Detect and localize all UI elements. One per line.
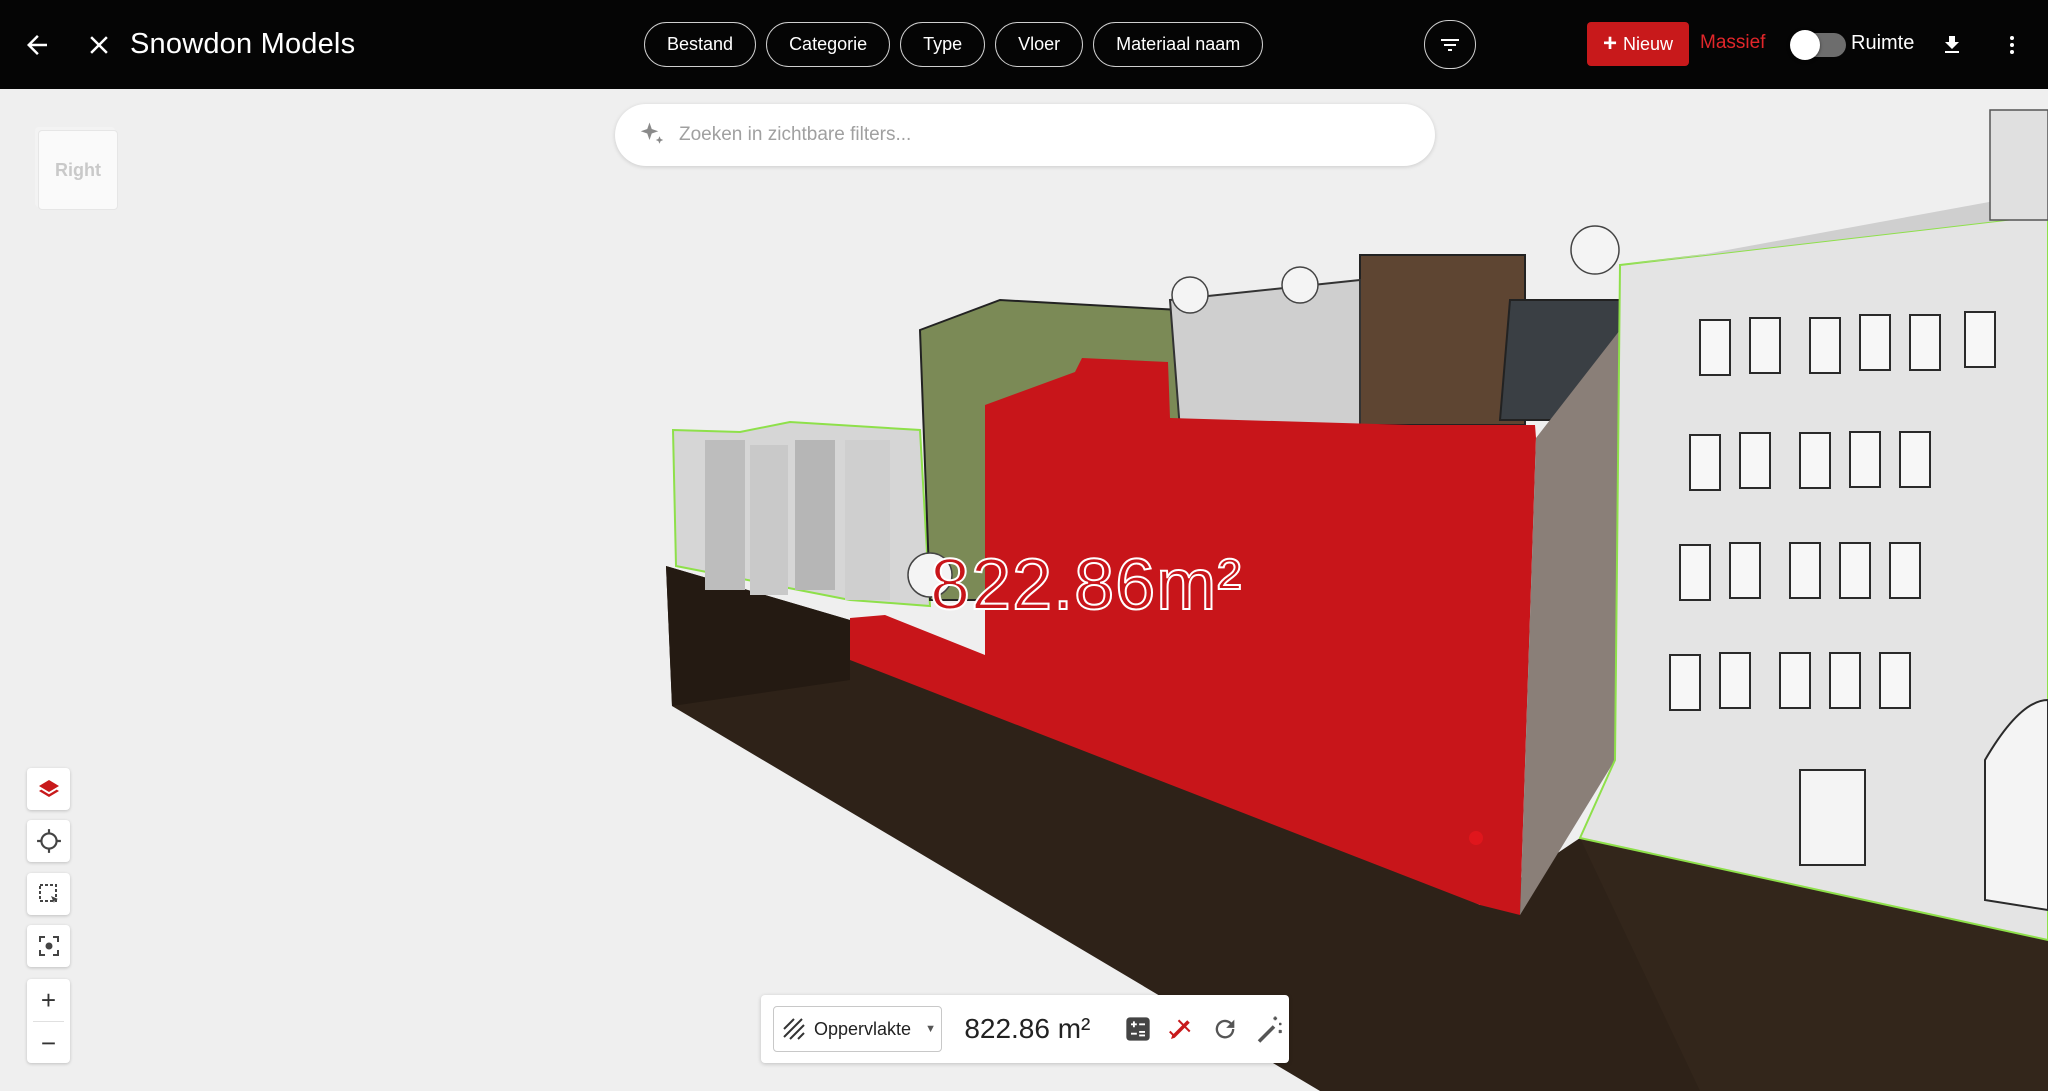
left-building-bay-2 (750, 445, 788, 595)
tree (1171, 276, 1209, 314)
app-root: Snowdon Models Bestand Categorie Type Vl… (0, 0, 2048, 1091)
filter-chip-categorie[interactable]: Categorie (766, 22, 891, 67)
filter-icon (1441, 38, 1459, 51)
filter-chip-vloer[interactable]: Vloer (995, 22, 1084, 67)
toggle-knob (1790, 30, 1820, 60)
measure-point[interactable] (1469, 831, 1483, 845)
filter-chip-bestand[interactable]: Bestand (644, 22, 757, 67)
filter-chip-type[interactable]: Type (900, 22, 986, 67)
focus-button[interactable] (27, 925, 70, 967)
right-building-tower (1989, 109, 2048, 221)
hatch-icon (783, 1018, 805, 1040)
left-building-bay-4 (845, 440, 890, 600)
sparkle-icon (640, 122, 664, 144)
top-bar: Snowdon Models Bestand Categorie Type Vl… (0, 0, 2048, 89)
box-select-icon (38, 884, 58, 903)
crosshair-icon (36, 829, 61, 853)
filter-button[interactable] (1424, 20, 1476, 69)
model-viewport[interactable]: 822.86m² (0, 89, 2048, 1091)
tree (1570, 225, 1620, 275)
filter-chip-materiaal-naam[interactable]: Materiaal naam (1093, 22, 1264, 67)
view-cube[interactable]: Right (30, 122, 120, 210)
measure-mode-label: Oppervlakte (814, 1018, 912, 1039)
page-title: Snowdon Models (130, 28, 356, 60)
close-button[interactable] (80, 26, 118, 64)
locate-button[interactable] (27, 820, 70, 862)
calculator-button[interactable] (1118, 1007, 1158, 1051)
caret-down-icon: ▼ (925, 1023, 936, 1035)
focus-icon (38, 936, 59, 956)
refresh-button[interactable] (1205, 1007, 1245, 1051)
massief-ruimte-toggle[interactable] (1790, 30, 1846, 60)
new-button[interactable]: + Nieuw (1587, 22, 1689, 66)
pencil-ruler-icon (1169, 1019, 1191, 1039)
arrow-left-icon (27, 35, 47, 55)
search-input[interactable] (679, 124, 1399, 146)
search-bar (615, 104, 1435, 166)
measure-value: 822.86 m² (964, 1013, 1091, 1044)
left-building-bay-1 (705, 440, 745, 590)
new-button-label: Nieuw (1622, 33, 1674, 54)
area-measurement-label: 822.86m² (929, 544, 1243, 626)
massief-label: Massief (1700, 32, 1766, 53)
layers-icon (38, 780, 59, 797)
more-vertical-icon (2010, 36, 2014, 54)
back-button[interactable] (18, 26, 56, 64)
zoom-in-button[interactable]: + (27, 979, 70, 1021)
ruimte-label: Ruimte (1851, 32, 1915, 54)
refresh-icon (1215, 1019, 1235, 1039)
tree (1281, 266, 1319, 304)
rear-building-dark (1359, 254, 1526, 426)
filter-chips: Bestand Categorie Type Vloer Materiaal n… (644, 22, 1264, 67)
close-icon (90, 36, 108, 54)
right-building-door (1799, 769, 1866, 866)
measure-mode-select[interactable]: Oppervlakte ▼ (773, 1006, 943, 1052)
magic-wand-icon (1257, 1016, 1283, 1043)
zoom-controls: + − (27, 979, 70, 1063)
view-cube-face: Right (38, 130, 118, 210)
download-button[interactable] (1936, 27, 1968, 63)
zoom-out-button[interactable]: − (27, 1022, 70, 1064)
magic-wand-button[interactable] (1249, 1007, 1289, 1051)
edit-measure-button[interactable] (1162, 1007, 1202, 1051)
layers-button[interactable] (27, 768, 70, 810)
box-select-button[interactable] (27, 873, 70, 915)
measurement-toolbar: Oppervlakte ▼ 822.86 m² (761, 995, 1289, 1063)
left-building-bay-3 (795, 440, 835, 590)
download-icon (1945, 36, 1959, 53)
calculator-icon (1125, 1017, 1150, 1041)
more-menu-button[interactable] (1998, 27, 2026, 63)
plus-icon: + (1602, 30, 1617, 57)
